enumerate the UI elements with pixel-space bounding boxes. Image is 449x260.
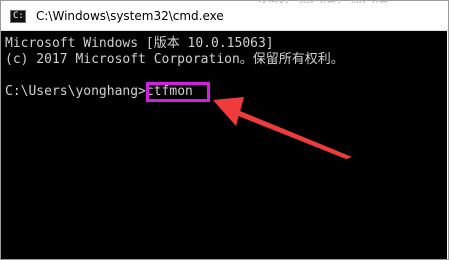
arrow-shaft [226,106,352,159]
annotation-arrow [213,97,352,159]
arrow-head [213,97,244,126]
